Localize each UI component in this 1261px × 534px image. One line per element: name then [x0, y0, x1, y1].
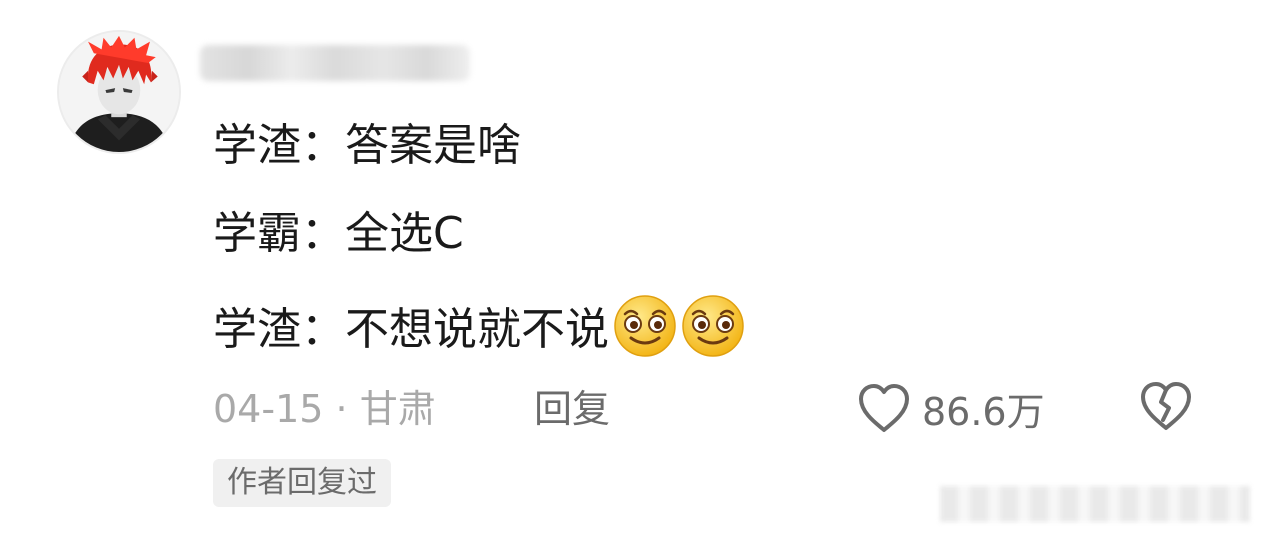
avatar-red-hair-anime-boy: [59, 32, 179, 152]
comment-meta: 04-15 · 甘肃: [213, 384, 436, 434]
comment-line: 学渣：不想说就不说: [213, 294, 745, 358]
author-replied-tag: 作者回复过: [213, 459, 391, 507]
comment-line: 学霸：全选C: [213, 206, 464, 262]
like-button[interactable]: 86.6万: [856, 380, 1045, 436]
speaker-label: 学霸：: [213, 208, 345, 259]
comment-location: 甘肃: [359, 387, 436, 431]
heart-outline-icon: [856, 382, 912, 434]
comment-item: 学渣：答案是啥 学霸：全选C 学渣：不想说就不说 04-15 · 甘肃 回复 8…: [0, 0, 1261, 534]
smile-emoji: [613, 294, 677, 358]
comment-date: 04-15: [213, 387, 324, 431]
like-count: 86.6万: [922, 389, 1045, 434]
speaker-label: 学渣：: [213, 120, 345, 171]
comment-text: 不想说就不说: [345, 304, 609, 355]
username-blurred[interactable]: [200, 45, 470, 81]
comment-text: 答案是啥: [345, 120, 521, 171]
comment-text: 全选C: [345, 208, 464, 259]
smile-emoji: [681, 294, 745, 358]
blurred-watermark: [940, 486, 1250, 522]
meta-separator: ·: [335, 387, 348, 431]
comment-line: 学渣：答案是啥: [213, 118, 521, 174]
dislike-button[interactable]: [1138, 380, 1194, 436]
speaker-label: 学渣：: [213, 304, 345, 355]
reply-button[interactable]: 回复: [534, 384, 610, 434]
broken-heart-icon: [1138, 380, 1194, 432]
avatar[interactable]: [57, 30, 181, 154]
